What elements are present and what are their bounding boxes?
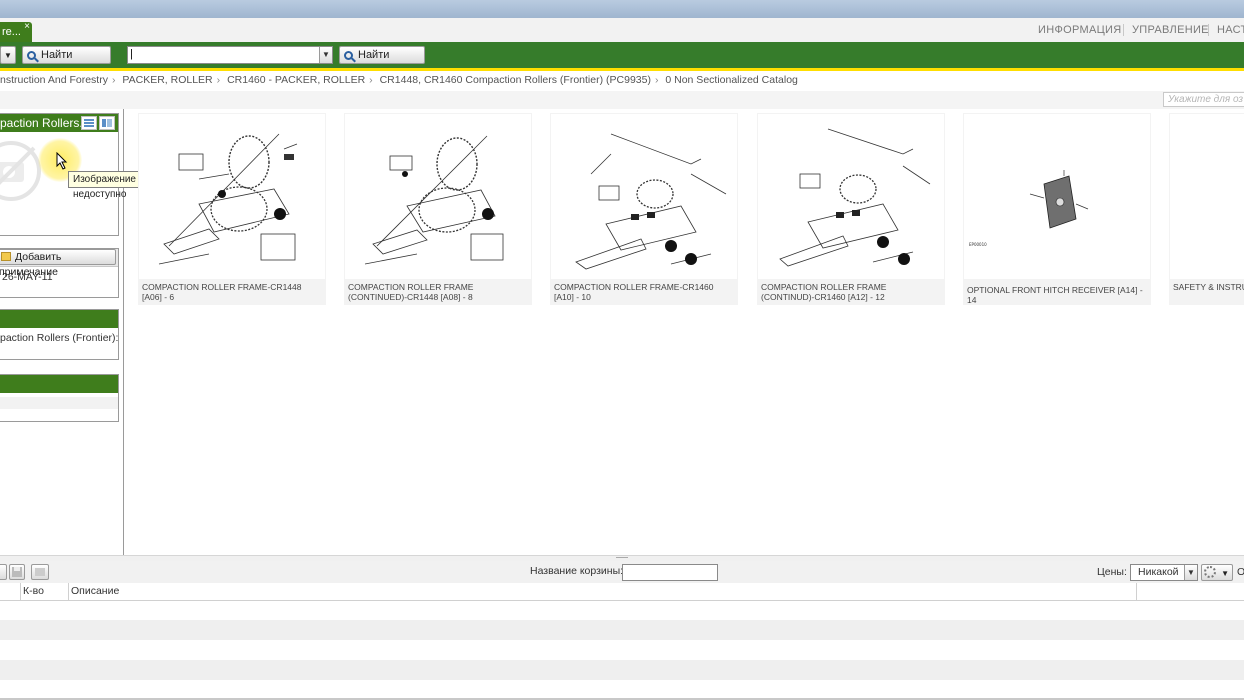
search-icon xyxy=(344,51,353,60)
detail-view-icon[interactable] xyxy=(99,116,115,130)
breadcrumb-sep: › xyxy=(654,74,659,86)
table-row xyxy=(0,660,1244,680)
list-view-icon[interactable] xyxy=(81,116,97,130)
app-tab-label: re... xyxy=(2,26,21,38)
breadcrumb-item[interactable]: nstruction And Forestry xyxy=(0,74,108,86)
roller-diagram-image xyxy=(139,114,325,279)
basket-table-header: К-во Описание xyxy=(0,583,1244,601)
svg-text:EP00010: EP00010 xyxy=(969,242,987,247)
mouse-pointer-icon xyxy=(56,151,68,173)
column-description[interactable]: Описание xyxy=(71,583,119,600)
catalog-card[interactable]: SAFETY & INSTRU REFLECTORS AND xyxy=(1169,113,1244,305)
filter-row xyxy=(0,91,1244,109)
model-dropdown-arrow[interactable]: ▼ xyxy=(0,46,16,64)
prices-label: Цены: xyxy=(1097,566,1127,578)
basket-new-button[interactable] xyxy=(0,564,7,580)
catalog-card[interactable]: COMPACTION ROLLER FRAME-CR1460 [A10] - 1… xyxy=(550,113,738,305)
prices-value: Никакой xyxy=(1138,566,1179,578)
catalog-card-caption: OPTIONAL FRONT HITCH RECEIVER [A14] - 14 xyxy=(967,285,1143,305)
column-divider xyxy=(20,583,21,600)
print-basket-icon[interactable] xyxy=(31,564,49,580)
window-title-band xyxy=(0,0,1244,18)
roller-diagram-image xyxy=(551,114,737,279)
nav-info-link[interactable]: ИНФОРМАЦИЯ xyxy=(1038,24,1121,36)
model-info-panel: paction Rollers (Frontier): xyxy=(0,309,119,360)
catalog-card[interactable]: COMPACTION ROLLER FRAME (CONTINUD)-CR146… xyxy=(757,113,945,305)
no-image-icon xyxy=(0,140,42,202)
model-description: paction Rollers (Frontier): xyxy=(0,332,118,344)
close-tab-icon[interactable]: × xyxy=(24,17,30,37)
gear-icon xyxy=(1204,566,1216,578)
prices-select[interactable]: Никакой ▼ xyxy=(1130,564,1198,581)
breadcrumb-sep: › xyxy=(369,74,373,86)
save-basket-icon[interactable] xyxy=(9,564,25,580)
breadcrumb-item[interactable]: 0 Non Sectionalized Catalog xyxy=(665,74,798,86)
notes-toolbar: Добавить примечание xyxy=(0,249,118,278)
search-value: | xyxy=(130,48,133,60)
filter-input[interactable]: Укажите для оз xyxy=(1163,92,1244,107)
model-info-header xyxy=(0,310,118,328)
nav-management-link[interactable]: УПРАВЛЕНИЕ xyxy=(1132,24,1209,36)
card-image xyxy=(1170,114,1244,279)
extra-panel xyxy=(0,374,119,422)
model-panel-title: paction Rollers... xyxy=(0,116,90,130)
notes-panel: Добавить примечание 26-MAY-11 xyxy=(0,248,119,298)
search-dropdown-arrow[interactable]: ▼ xyxy=(319,47,332,63)
roller-diagram-image xyxy=(758,114,944,279)
column-divider xyxy=(1136,583,1137,600)
breadcrumb-item[interactable]: CR1460 - PACKER, ROLLER xyxy=(227,74,365,86)
column-qty[interactable]: К-во xyxy=(23,583,44,600)
column-divider xyxy=(68,583,69,600)
roller-diagram-image xyxy=(345,114,531,279)
find-model-button[interactable]: Найти модель xyxy=(22,46,111,78)
extra-panel-row xyxy=(0,397,118,409)
prices-dropdown-arrow[interactable]: ▼ xyxy=(1184,565,1197,580)
settings-dropdown-arrow: ▼ xyxy=(1221,569,1229,578)
nav-divider xyxy=(1123,24,1124,36)
search-combo[interactable]: | ▼ xyxy=(127,46,333,64)
extra-panel-header xyxy=(0,375,118,393)
catalog-card[interactable]: EP00010 OPTIONAL FRONT HITCH RECEIVER [A… xyxy=(963,113,1151,305)
catalog-card-caption: COMPACTION ROLLER FRAME-CR1460 [A10] - 1… xyxy=(554,282,714,302)
find-parts-button[interactable]: Найти детали xyxy=(339,46,425,78)
basket-name-input[interactable] xyxy=(622,564,718,581)
search-icon xyxy=(27,51,36,60)
hitch-receiver-image: EP00010 xyxy=(964,114,1150,279)
nav-divider xyxy=(1208,24,1209,36)
catalog-card-caption: COMPACTION ROLLER FRAME (CONTINUD)-CR146… xyxy=(761,282,887,302)
breadcrumb: nstruction And Forestry › PACKER, ROLLER ›… xyxy=(0,71,1244,92)
catalog-card[interactable]: COMPACTION ROLLER FRAME-CR1448 [A06] - 6 xyxy=(138,113,326,305)
add-note-button[interactable]: Добавить примечание xyxy=(0,249,116,278)
breadcrumb-item[interactable]: PACKER, ROLLER xyxy=(122,74,212,86)
catalog-card-caption: SAFETY & INSTRU REFLECTORS AND xyxy=(1173,282,1244,292)
breadcrumb-item[interactable]: CR1448, CR1460 Compaction Rollers (Front… xyxy=(380,74,651,86)
basket-name-label: Название корзины: xyxy=(530,565,624,577)
breadcrumb-sep: › xyxy=(111,74,116,86)
settings-button[interactable]: ▼ xyxy=(1201,564,1233,581)
catalog-card-caption: COMPACTION ROLLER FRAME (CONTINUED)-CR14… xyxy=(348,282,474,302)
nav-settings-link[interactable]: НАСТ xyxy=(1217,24,1244,36)
catalog-card[interactable]: COMPACTION ROLLER FRAME (CONTINUED)-CR14… xyxy=(344,113,532,305)
catalog-card-caption: COMPACTION ROLLER FRAME-CR1448 [A06] - 6 xyxy=(142,282,302,302)
note-icon xyxy=(1,252,11,261)
breadcrumb-sep: › xyxy=(216,74,221,86)
table-row xyxy=(0,620,1244,640)
app-tab[interactable]: re... × xyxy=(0,21,32,42)
basket-trailing-label: О xyxy=(1237,566,1244,578)
